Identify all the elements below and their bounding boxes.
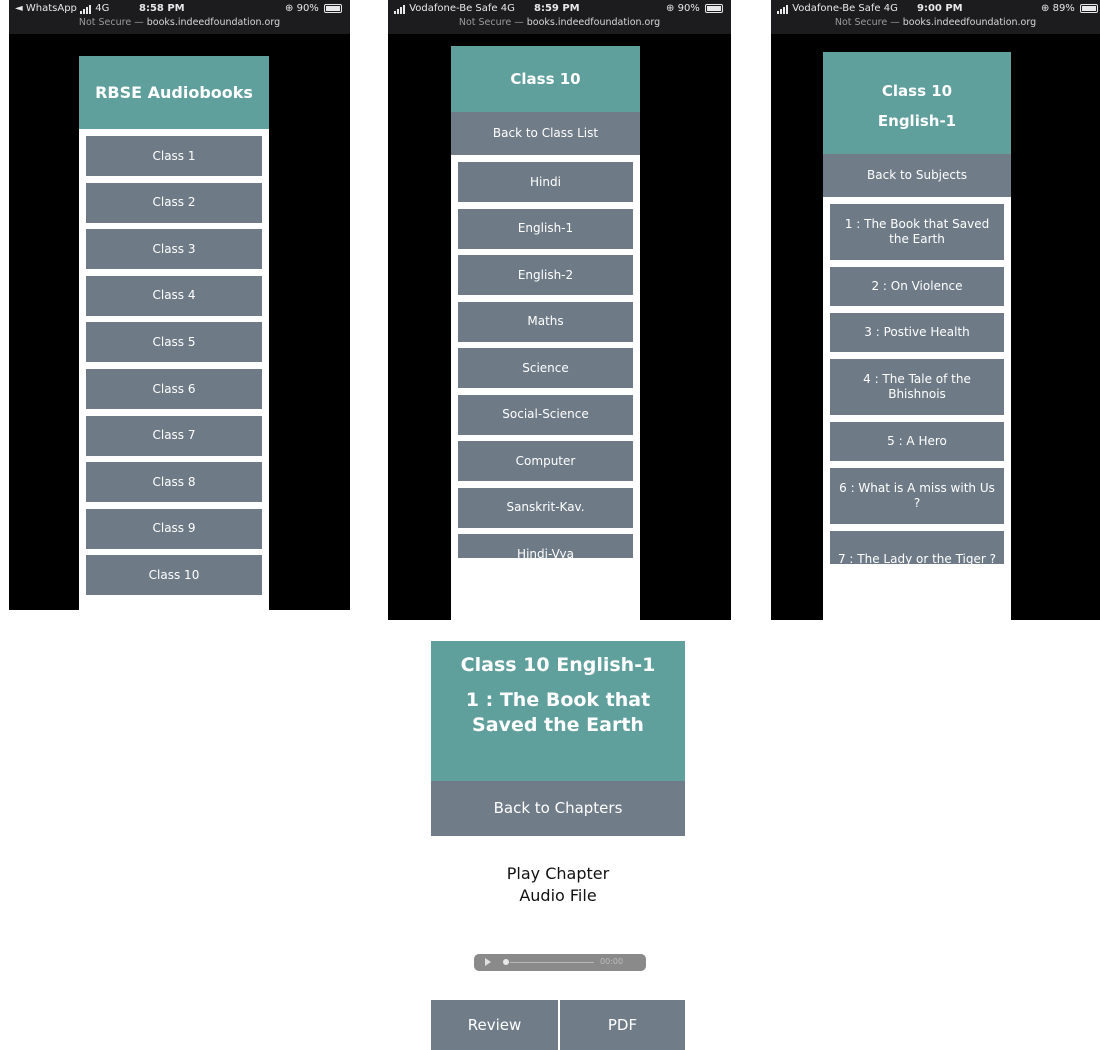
class-title: Class 10 (881, 82, 953, 100)
page-title: Class 10 (451, 46, 640, 112)
url-host: books.indeedfoundation.org (526, 17, 661, 28)
network-label: 4G (500, 3, 515, 14)
chapter-button-2[interactable]: 2 : On Violence (830, 267, 1004, 306)
play-chapter-label: Play Chapter Audio File (506, 864, 610, 905)
carrier-label: Vodafone-Be Safe (409, 3, 498, 14)
phone-screen-subject-list: Vodafone-Be Safe 4G 8:59 PM ⊕ 90% Not Se… (388, 0, 731, 620)
seek-track[interactable] (510, 962, 594, 963)
signal-icon (80, 3, 92, 14)
class-button-5[interactable]: Class 5 (86, 322, 262, 363)
url-bar[interactable]: Not Secure — books.indeedfoundation.org (388, 17, 731, 28)
back-to-subjects-button[interactable]: Back to Subjects (823, 154, 1011, 197)
status-time: 9:00 PM (917, 3, 963, 14)
back-to-chapters-button[interactable]: Back to Chapters (431, 781, 685, 836)
subject-button-2[interactable]: English-1 (458, 208, 633, 249)
subject-button-5[interactable]: Science (458, 348, 633, 388)
class-button-9[interactable]: Class 9 (86, 508, 262, 549)
pdf-button[interactable]: PDF (560, 1000, 685, 1050)
page-body: RBSE Audiobooks Class 1 Class 2 Class 3 Cla… (79, 56, 269, 610)
status-time: 8:59 PM (534, 3, 580, 14)
audio-time: 00:00 (600, 957, 624, 966)
chapter-list: 1 : The Book that Saved the Earth 2 : On … (823, 197, 1011, 564)
class-list: Class 1 Class 2 Class 3 Class 4 Class 5 Class… (79, 129, 269, 610)
chapter-button-1[interactable]: 1 : The Book that Saved the Earth (830, 204, 1004, 260)
carrier-label: ◄ WhatsApp (15, 3, 77, 14)
url-bar[interactable]: Not Secure — books.indeedfoundation.org (771, 17, 1100, 28)
url-host: books.indeedfoundation.org (146, 17, 281, 28)
play-icon[interactable] (485, 958, 491, 966)
url-bar[interactable]: Not Secure — books.indeedfoundation.org (9, 17, 350, 28)
back-to-class-list-button[interactable]: Back to Class List (451, 112, 640, 155)
subject-title: English-1 (877, 112, 957, 130)
class-button-10[interactable]: Class 10 (86, 555, 262, 596)
subject-list: Hindi English-1 English-2 Maths Science Socia… (451, 155, 640, 558)
subject-button-9[interactable]: Hindi-Vya (458, 534, 633, 558)
battery-percent: 90% (677, 3, 700, 14)
network-label: 4G (95, 3, 110, 14)
class-button-2[interactable]: Class 2 (86, 182, 262, 223)
rotation-lock-icon: ⊕ (666, 3, 675, 14)
carrier-label: Vodafone-Be Safe (792, 3, 881, 14)
rotation-lock-icon: ⊕ (1041, 3, 1050, 14)
chapter-button-6[interactable]: 6 : What is A miss with Us ? (830, 468, 1004, 524)
audio-player[interactable]: 00:00 (474, 954, 646, 971)
status-bar: Vodafone-Be Safe 4G 9:00 PM ⊕ 89% Not Se… (771, 0, 1100, 34)
battery-percent: 89% (1052, 3, 1075, 14)
battery-icon (705, 3, 723, 13)
seek-handle[interactable] (503, 959, 509, 965)
phone-screen-chapter-list: Vodafone-Be Safe 4G 9:00 PM ⊕ 89% Not Se… (771, 0, 1100, 620)
signal-icon (777, 3, 789, 14)
chapter-button-7[interactable]: 7 : The Lady or the Tiger ? (830, 531, 1004, 564)
status-time: 8:58 PM (139, 3, 185, 14)
status-bar: ◄ WhatsApp 4G 8:58 PM ⊕ 90% Not Secure —… (9, 0, 350, 34)
battery-icon (324, 3, 342, 13)
class-button-4[interactable]: Class 4 (86, 275, 262, 316)
page-body: Class 10 English-1 Back to Subjects 1 : … (823, 52, 1011, 620)
page-title: RBSE Audiobooks (79, 56, 269, 129)
subject-button-8[interactable]: Sanskrit-Kav. (458, 487, 633, 528)
class-button-7[interactable]: Class 7 (86, 415, 262, 456)
class-button-6[interactable]: Class 6 (86, 369, 262, 409)
chapter-button-4[interactable]: 4 : The Tale of the Bhishnois (830, 359, 1004, 415)
subject-button-1[interactable]: Hindi (458, 162, 633, 202)
status-bar: Vodafone-Be Safe 4G 8:59 PM ⊕ 90% Not Se… (388, 0, 731, 34)
class-subject-title: Class 10 English-1 (460, 654, 656, 676)
network-label: 4G (883, 3, 898, 14)
subject-button-3[interactable]: English-2 (458, 255, 633, 295)
not-secure-label: Not Secure — (458, 17, 524, 28)
signal-icon (394, 3, 406, 14)
url-host: books.indeedfoundation.org (902, 17, 1037, 28)
page-title: Class 10 English-1 (823, 52, 1011, 154)
subject-button-6[interactable]: Social-Science (458, 394, 633, 435)
review-button[interactable]: Review (431, 1000, 558, 1050)
chapter-header: Class 10 English-1 1 : The Book that Sav… (431, 641, 685, 781)
battery-icon (1080, 3, 1098, 13)
class-button-3[interactable]: Class 3 (86, 229, 262, 270)
chapter-button-3[interactable]: 3 : Postive Health (830, 313, 1004, 352)
class-button-1[interactable]: Class 1 (86, 136, 262, 176)
chapter-title: 1 : The Book that Saved the Earth (465, 689, 651, 736)
subject-button-4[interactable]: Maths (458, 301, 633, 342)
chapter-button-5[interactable]: 5 : A Hero (830, 422, 1004, 461)
not-secure-label: Not Secure — (834, 17, 900, 28)
phone-screen-class-list: ◄ WhatsApp 4G 8:58 PM ⊕ 90% Not Secure —… (9, 0, 350, 610)
chapter-player-panel: Class 10 English-1 1 : The Book that Sav… (431, 641, 685, 1050)
subject-button-7[interactable]: Computer (458, 441, 633, 481)
class-button-8[interactable]: Class 8 (86, 462, 262, 503)
not-secure-label: Not Secure — (78, 17, 144, 28)
rotation-lock-icon: ⊕ (285, 3, 294, 14)
page-body: Class 10 Back to Class List Hindi English… (451, 46, 640, 620)
battery-percent: 90% (296, 3, 319, 14)
